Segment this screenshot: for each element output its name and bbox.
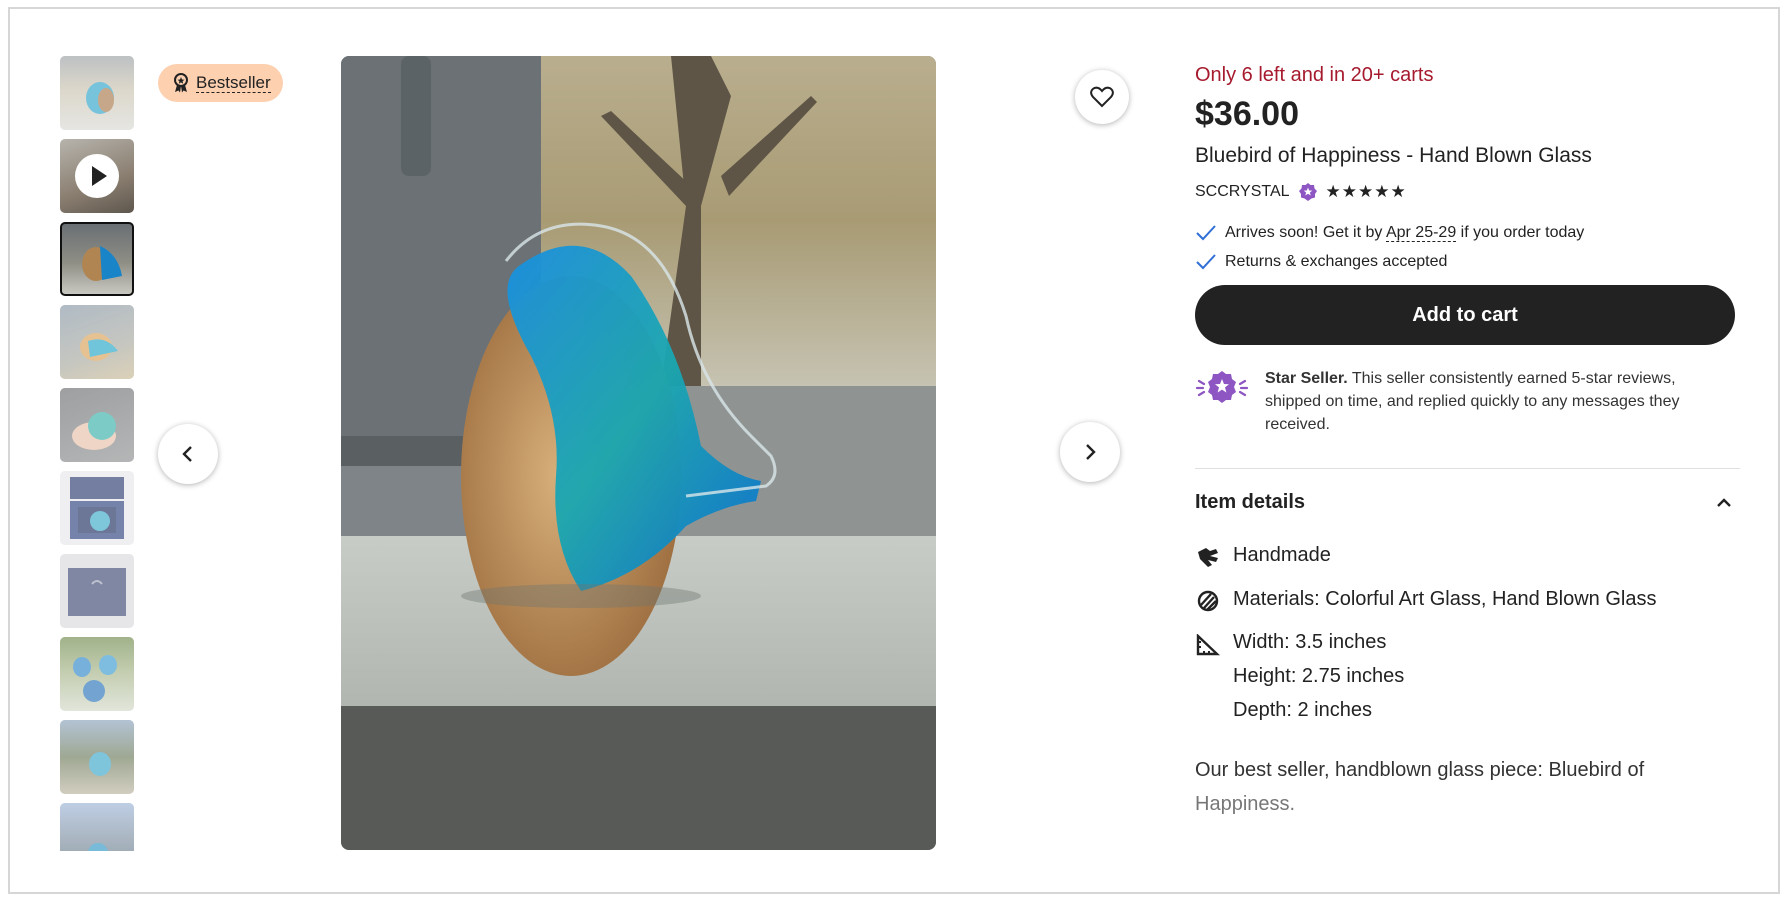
description-line-1: Our best seller, handblown glass piece: … (1195, 759, 1645, 781)
stock-alert: Only 6 left and in 20+ carts (1195, 64, 1434, 86)
previous-image-button[interactable] (158, 424, 218, 484)
price: $36.00 (1195, 95, 1299, 133)
star-seller-text: Star Seller. This seller consistently ea… (1265, 367, 1735, 436)
description-line-2: Happiness. (1195, 793, 1296, 815)
bestseller-label: Bestseller (196, 72, 271, 93)
play-icon (75, 154, 119, 198)
listing-info: Only 6 left and in 20+ carts $36.00 Blue… (1195, 56, 1740, 821)
star-seller-info: Star Seller. This seller consistently ea… (1195, 367, 1740, 436)
returns-policy: Returns & exchanges accepted (1195, 253, 1740, 271)
checkmark-icon (1196, 225, 1216, 241)
thumbnail-gift-box[interactable] (60, 554, 134, 628)
next-image-button[interactable] (1060, 422, 1120, 482)
seller-row: SCCRYSTAL ★★★★★ (1195, 182, 1740, 202)
listing-title: Bluebird of Happiness - Hand Blown Glass (1195, 144, 1592, 167)
item-details-toggle[interactable]: Item details (1195, 491, 1740, 514)
ruler-triangle-icon (1196, 634, 1220, 656)
chevron-left-icon (182, 446, 192, 462)
thumbnail-bird-closeup[interactable] (60, 222, 134, 296)
arrival-suffix: if you order today (1456, 224, 1585, 241)
detail-handmade: Handmade (1195, 544, 1740, 568)
thumbnail-bird-on-sill[interactable] (60, 56, 134, 130)
thumbnail-video[interactable] (60, 139, 134, 213)
thumbnail-bird-outdoors[interactable] (60, 720, 134, 794)
thumbnail-image (82, 246, 122, 281)
materials-icon (1197, 590, 1219, 612)
thumbnail-strip[interactable] (60, 56, 135, 851)
heart-icon (1090, 86, 1114, 108)
thumbnail-birds-group[interactable] (60, 637, 134, 711)
rating-stars-icon[interactable]: ★★★★★ (1326, 182, 1407, 202)
item-description: Our best seller, handblown glass piece: … (1195, 753, 1740, 821)
chevron-up-icon (1717, 497, 1731, 507)
main-product-image (341, 56, 936, 850)
height-text: Height: 2.75 inches (1233, 665, 1405, 687)
delivery-info: Arrives soon! Get it by Apr 25-29 if you… (1195, 224, 1740, 271)
arrival-prefix: Arrives soon! Get it by (1225, 224, 1386, 241)
item-details-heading: Item details (1195, 491, 1306, 513)
returns-text: Returns & exchanges accepted (1225, 253, 1448, 270)
handmade-text: Handmade (1233, 544, 1331, 566)
award-ribbon-icon (174, 73, 188, 93)
hand-icon (1198, 548, 1218, 567)
add-to-cart-button[interactable]: Add to cart (1195, 285, 1735, 345)
depth-text: Depth: 2 inches (1233, 699, 1372, 721)
arrival-text: Arrives soon! Get it by Apr 25-29 if you… (1225, 224, 1584, 242)
thumbnail-bird-side[interactable] (60, 305, 134, 379)
star-seller-title: Star Seller. (1265, 370, 1348, 387)
dimensions-list: Width: 3.5 inches Height: 2.75 inches De… (1233, 625, 1404, 727)
thumbnail-bird-in-hand[interactable] (60, 388, 134, 462)
star-seller-medal-icon (1195, 371, 1249, 403)
arrival-estimate: Arrives soon! Get it by Apr 25-29 if you… (1195, 224, 1740, 242)
materials-text: Materials: Colorful Art Glass, Hand Blow… (1233, 588, 1657, 610)
detail-materials: Materials: Colorful Art Glass, Hand Blow… (1195, 588, 1740, 612)
favorite-button[interactable] (1075, 70, 1129, 124)
thumbnail-bird-in-box[interactable] (60, 471, 134, 545)
shop-name-link[interactable]: SCCRYSTAL (1195, 183, 1290, 201)
chevron-right-icon (1086, 444, 1096, 460)
detail-dimensions: Width: 3.5 inches Height: 2.75 inches De… (1195, 631, 1740, 727)
thumbnail-bird-landscape[interactable] (60, 803, 134, 851)
bestseller-badge[interactable]: Bestseller (158, 64, 283, 102)
arrival-dates[interactable]: Apr 25-29 (1385, 224, 1457, 242)
bluebird-photo (341, 56, 936, 850)
star-seller-badge-icon (1298, 183, 1317, 201)
checkmark-icon (1196, 254, 1216, 270)
width-text: Width: 3.5 inches (1233, 631, 1387, 653)
divider (1195, 468, 1740, 469)
